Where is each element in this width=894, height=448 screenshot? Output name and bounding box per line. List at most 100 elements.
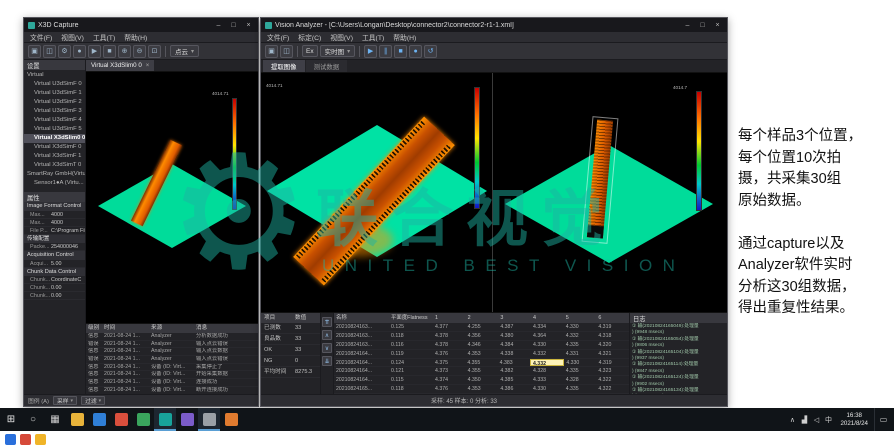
- property-row[interactable]: Packe...254000046: [24, 243, 85, 251]
- search-button[interactable]: ○: [22, 408, 44, 431]
- shortcut-yellow[interactable]: [35, 434, 46, 445]
- menu-item[interactable]: 文件(F): [30, 32, 52, 42]
- viewport-tab[interactable]: Virtual X3dSlim0 0: [86, 60, 154, 71]
- tree-item[interactable]: Virtual X3dSimF 1: [24, 152, 85, 161]
- menu-item[interactable]: 帮助(H): [393, 32, 416, 42]
- table-column-header[interactable]: 2: [466, 313, 499, 323]
- minimize-button[interactable]: –: [680, 19, 695, 31]
- menu-item[interactable]: 工具(T): [362, 32, 384, 42]
- record-icon[interactable]: ●: [73, 45, 86, 58]
- summary-row[interactable]: 平均时间8275.3: [261, 367, 320, 378]
- app-icon-green[interactable]: [132, 408, 154, 431]
- taskbar-clock[interactable]: 16:38 2021/8/24: [836, 412, 872, 427]
- zoom-out-icon[interactable]: ⊖: [133, 45, 146, 58]
- play-icon[interactable]: ▶: [88, 45, 101, 58]
- volume-icon[interactable]: ◁: [810, 408, 822, 431]
- scroll-up-icon[interactable]: ∧: [322, 330, 332, 340]
- capture-titlebar[interactable]: X3D Capture – □ ×: [24, 18, 258, 32]
- start-button[interactable]: ⊞: [0, 408, 22, 431]
- save-icon[interactable]: ▣: [265, 45, 278, 58]
- maximize-button[interactable]: □: [226, 19, 241, 31]
- action-center-icon[interactable]: ▭: [874, 408, 892, 431]
- tree-item[interactable]: Virtual U3dSimF 2: [24, 98, 85, 107]
- browser-icon[interactable]: [110, 408, 132, 431]
- tree-item[interactable]: Virtual: [24, 71, 85, 80]
- sample-dropdown[interactable]: 采样: [53, 396, 77, 405]
- maximize-button[interactable]: □: [695, 19, 710, 31]
- table-column-header[interactable]: 1: [433, 313, 466, 323]
- property-row[interactable]: File P...C:\Program Fil...: [24, 227, 85, 235]
- table-row[interactable]: 20210824163...0.1184.3784.3564.3804.3644…: [334, 332, 629, 341]
- filter-dropdown[interactable]: 过滤: [81, 396, 105, 405]
- tree-item[interactable]: Virtual U3dSimF 5: [24, 125, 85, 134]
- log-row[interactable]: 信息2021-08-24 1...Analyzer输入点云数据: [86, 348, 258, 356]
- tree-item[interactable]: SmartRay GmbH(Virtual...: [24, 170, 85, 179]
- record-icon[interactable]: ●: [409, 45, 422, 58]
- property-row[interactable]: Acqui...5.00: [24, 260, 85, 268]
- display-mode-dropdown[interactable]: 实时图: [320, 45, 356, 57]
- summary-row[interactable]: 已测数33: [261, 323, 320, 334]
- scroll-bottom-icon[interactable]: ⇊: [322, 356, 332, 366]
- table-column-header[interactable]: 平面度Flatness: [389, 313, 433, 323]
- tab-extract-image[interactable]: 提取图像: [263, 60, 305, 72]
- tray-expand-icon[interactable]: ∧: [786, 408, 798, 431]
- log-row[interactable]: 信息2021-08-24 1...设备 (ID: Virt...开始采集数据: [86, 371, 258, 379]
- tab-test-data[interactable]: 测试数据: [306, 60, 348, 72]
- table-row[interactable]: 20210824164...0.1154.3744.3504.3854.3334…: [334, 376, 629, 385]
- stop-icon[interactable]: ■: [103, 45, 116, 58]
- analyzer-titlebar[interactable]: Vision Analyzer - [C:\Users\Longan\Deskt…: [261, 18, 727, 32]
- ime-indicator[interactable]: 中: [822, 408, 834, 431]
- menu-item[interactable]: 视图(V): [330, 32, 353, 42]
- log-row[interactable]: 信息2021-08-24 1...设备 (ID: Virt...连接成功: [86, 379, 258, 387]
- table-row[interactable]: 20210824164...0.1194.3764.3534.3384.3324…: [334, 350, 629, 359]
- table-row[interactable]: 20210824164...0.1214.3734.3554.3824.3284…: [334, 367, 629, 376]
- shortcut-blue[interactable]: [5, 434, 16, 445]
- task-view-button[interactable]: ▦: [44, 408, 66, 431]
- log-row[interactable]: 信息2021-08-24 1...设备 (ID: Virt...采集停止了: [86, 364, 258, 372]
- app-icon-purple[interactable]: [176, 408, 198, 431]
- tree-item[interactable]: Virtual U3dSimF 0: [24, 80, 85, 89]
- pause-icon[interactable]: ∥: [379, 45, 392, 58]
- tree-item[interactable]: Virtual X3dSlim0 0: [24, 134, 85, 143]
- summary-row[interactable]: OK33: [261, 345, 320, 356]
- analyzer-3d-viewport-main[interactable]: 4014.71: [261, 73, 493, 312]
- property-row[interactable]: Chunk...CoordinateC: [24, 276, 85, 284]
- settings-icon[interactable]: ⚙: [58, 45, 71, 58]
- property-row[interactable]: Chunk...0.00: [24, 292, 85, 300]
- close-button[interactable]: ×: [710, 19, 725, 31]
- zoom-in-icon[interactable]: ⊕: [118, 45, 131, 58]
- view-mode-dropdown[interactable]: 点云: [170, 45, 199, 57]
- property-row[interactable]: Max...4000: [24, 219, 85, 227]
- property-row[interactable]: Chunk...0.00: [24, 284, 85, 292]
- menu-item[interactable]: 帮助(H): [124, 32, 147, 42]
- analyzer-app-icon[interactable]: [198, 408, 220, 431]
- open-folder-icon[interactable]: ◫: [280, 45, 293, 58]
- save-icon[interactable]: ▣: [28, 45, 41, 58]
- edge-icon[interactable]: [88, 408, 110, 431]
- table-column-header[interactable]: 5: [564, 313, 597, 323]
- minimize-button[interactable]: –: [211, 19, 226, 31]
- menu-item[interactable]: 工具(T): [93, 32, 115, 42]
- file-explorer-icon[interactable]: [66, 408, 88, 431]
- scroll-down-icon[interactable]: ∨: [322, 343, 332, 353]
- log-row[interactable]: 错误2021-08-24 1...Analyzer输入点云错误: [86, 356, 258, 364]
- summary-row[interactable]: NG0: [261, 356, 320, 367]
- shortcut-red[interactable]: [20, 434, 31, 445]
- close-button[interactable]: ×: [241, 19, 256, 31]
- scroll-top-icon[interactable]: ⇈: [322, 317, 332, 327]
- ex-button[interactable]: Ex: [302, 45, 318, 57]
- tree-item[interactable]: Sensor1●A (Virtu...: [24, 179, 85, 188]
- network-icon[interactable]: ▟: [798, 408, 810, 431]
- table-column-header[interactable]: 名称: [334, 313, 389, 323]
- tree-item[interactable]: Virtual U3dSimF 1: [24, 89, 85, 98]
- menu-item[interactable]: 文件(F): [267, 32, 289, 42]
- table-column-header[interactable]: 3: [498, 313, 531, 323]
- log-row[interactable]: 信息2021-08-24 1...Analyzer分析数据成功: [86, 333, 258, 341]
- log-row[interactable]: 信息2021-08-24 1...设备 (ID: Virt...断开连接成功: [86, 387, 258, 394]
- table-row[interactable]: 20210824163...0.1254.3774.2554.3874.3344…: [334, 323, 629, 332]
- summary-row[interactable]: 良品数33: [261, 334, 320, 345]
- zoom-fit-icon[interactable]: ⊡: [148, 45, 161, 58]
- tree-item[interactable]: Virtual X3dSimT 0: [24, 161, 85, 170]
- menu-item[interactable]: 标定(C): [298, 32, 321, 42]
- loop-icon[interactable]: ↺: [424, 45, 437, 58]
